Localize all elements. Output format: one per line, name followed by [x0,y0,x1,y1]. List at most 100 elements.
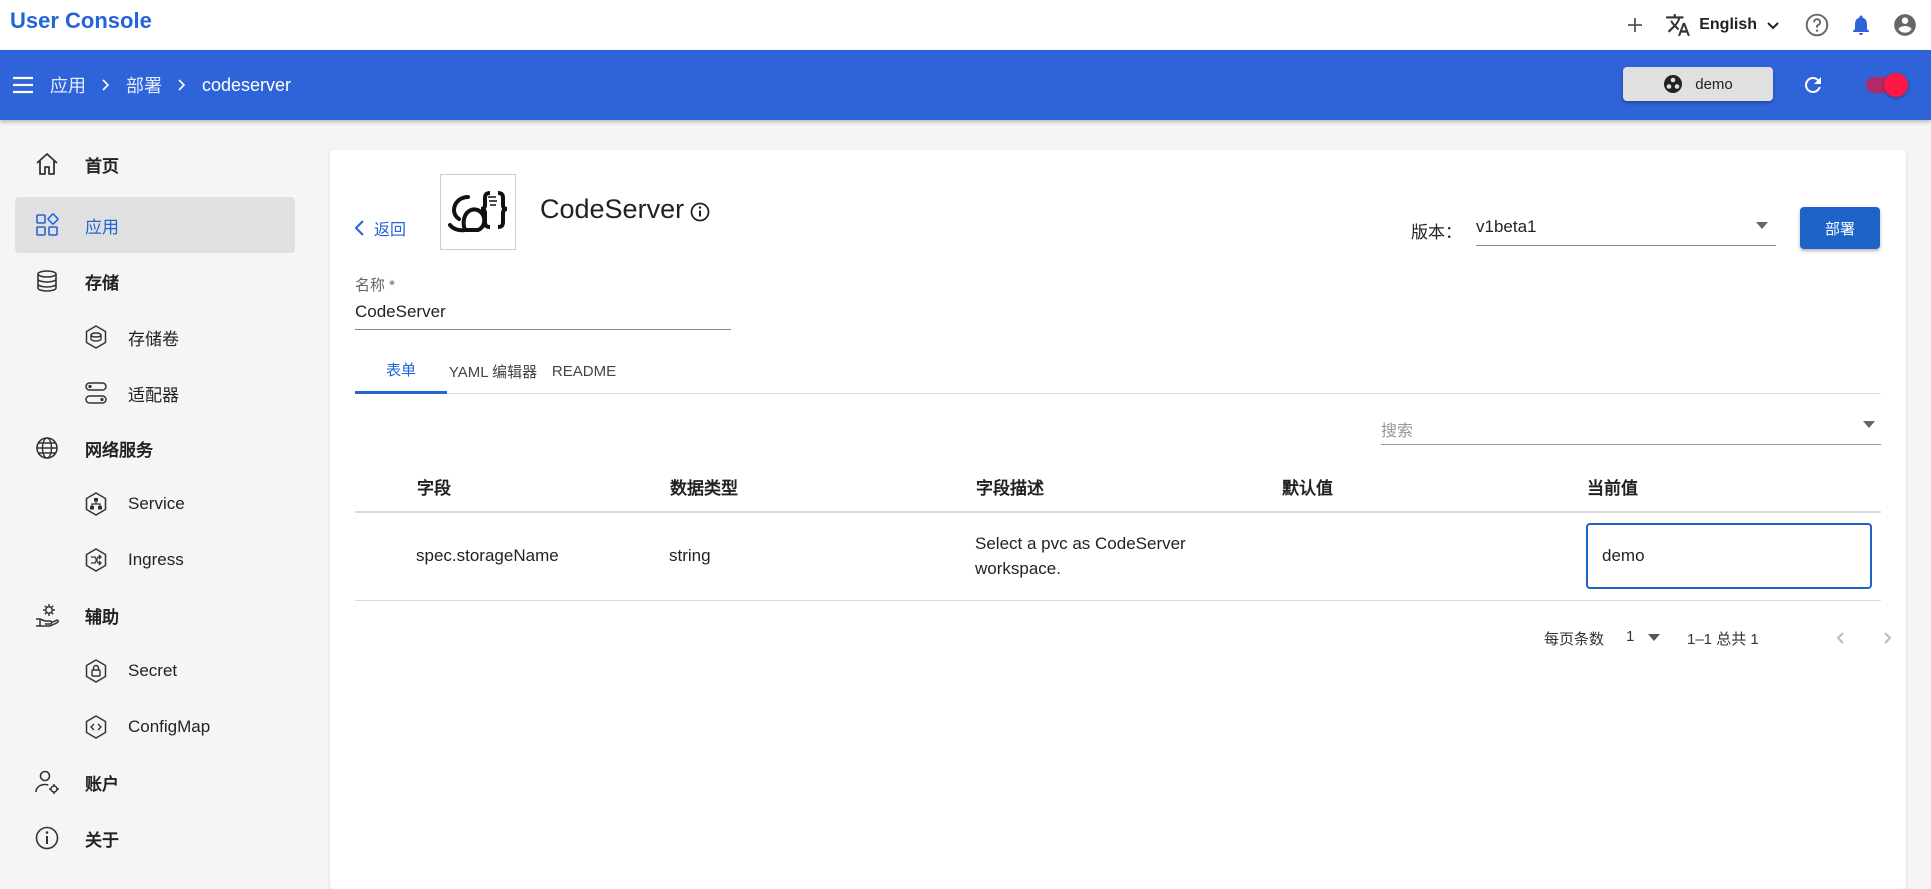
app-title[interactable]: User Console [10,8,152,34]
name-input[interactable] [355,294,731,330]
adapter-icon [82,379,110,407]
sidebar-item-label: 辅助 [85,607,119,627]
breadcrumb: 应用 部署 codeserver [50,50,291,120]
namespace-label: demo [1695,75,1733,93]
service-icon [82,490,110,518]
account-icon[interactable] [1883,5,1927,45]
sidebar-item-label: 账户 [85,774,119,794]
version-select[interactable]: v1beta1 [1476,208,1776,246]
add-icon[interactable] [1613,5,1657,45]
sidebar-item-adapters[interactable]: 适配器 [15,365,295,421]
cell-description-line1: Select a pvc as CodeServer [975,534,1186,553]
sidebar: 首页 应用 存储 存储卷 适配器 网络服务 Service Ingress 辅助… [0,120,310,889]
database-icon [33,267,61,295]
column-header-description: 字段描述 [976,479,1044,498]
search-placeholder: 搜索 [1381,423,1414,440]
sidebar-item-storage[interactable]: 存储 [15,253,295,309]
sidebar-item-about[interactable]: 关于 [15,810,295,866]
cell-field: spec.storageName [416,546,559,565]
sidebar-item-label: 网络服务 [85,440,153,460]
breadcrumb-item-deploy[interactable]: 部署 [126,72,162,98]
sidebar-item-volumes[interactable]: 存储卷 [15,309,295,365]
sidebar-item-label: 应用 [85,217,119,237]
theme-toggle[interactable] [1862,73,1908,97]
sidebar-item-apps[interactable]: 应用 [15,197,295,253]
apps-icon [33,211,61,239]
search-select[interactable]: 搜索 [1381,405,1881,445]
sidebar-item-label: 存储卷 [128,329,179,349]
info-icon[interactable] [689,201,711,223]
name-label: 名称 * [355,277,396,294]
bell-icon[interactable] [1839,5,1883,45]
tab-bar: 表单 YAML 编辑器 README [355,348,1881,394]
top-header: User Console English [0,0,1931,50]
app-logo [440,174,516,250]
codeserver-logo-icon [448,191,508,233]
language-selector[interactable]: English [1665,12,1781,38]
app-bar: 应用 部署 codeserver demo [0,50,1931,120]
prev-page-icon[interactable] [1829,626,1853,650]
chevron-down-icon [1765,17,1781,33]
sidebar-item-label: Ingress [128,550,184,569]
sidebar-item-label: 关于 [85,830,119,850]
sidebar-item-service[interactable]: Service [15,476,295,532]
sidebar-item-label: Secret [128,661,178,680]
breadcrumb-item-apps[interactable]: 应用 [50,72,86,98]
sidebar-item-account[interactable]: 账户 [15,754,295,810]
version-value: v1beta1 [1476,217,1537,236]
rows-per-page-label: 每页条数 [1544,631,1605,648]
chevron-right-icon [100,78,112,92]
ingress-icon [82,546,110,574]
toggle-thumb [1884,73,1908,97]
sidebar-item-configmap[interactable]: ConfigMap [15,699,295,755]
app-name: CodeServer [540,194,685,224]
sidebar-item-helper[interactable]: 辅助 [15,587,295,643]
sidebar-item-label: 存储 [85,273,119,293]
translate-icon [1665,12,1691,38]
sidebar-item-network[interactable]: 网络服务 [15,420,295,476]
globe-icon [33,434,61,462]
tab-yaml-editor[interactable]: YAML 编辑器 [447,348,539,394]
chevron-left-icon [354,219,366,237]
sidebar-item-label: ConfigMap [128,717,211,736]
namespace-icon [1663,74,1683,94]
refresh-icon[interactable] [1797,69,1829,101]
dropdown-arrow-icon [1863,421,1875,428]
tab-readme[interactable]: README [539,348,629,394]
back-label: 返回 [374,222,407,239]
back-button[interactable]: 返回 [354,216,406,240]
sidebar-item-label: Service [128,494,185,513]
table-row: spec.storageName string Select a pvc as … [355,513,1881,601]
deploy-button[interactable]: 部署 [1800,207,1880,249]
language-label: English [1699,16,1757,33]
menu-icon[interactable] [10,72,36,98]
pagination: 每页条数 1 1–1 总共 1 [355,620,1892,656]
cell-type: string [669,546,711,565]
top-actions: English [1613,0,1931,50]
account-settings-icon [33,768,61,796]
sidebar-item-home[interactable]: 首页 [15,136,295,192]
dropdown-arrow-icon [1648,634,1660,641]
sidebar-item-ingress[interactable]: Ingress [15,532,295,588]
namespace-button[interactable]: demo [1623,67,1773,101]
info-icon [33,824,61,852]
rows-per-page-select[interactable]: 1 [1626,622,1670,652]
rows-per-page-value: 1 [1626,628,1635,645]
table-header: 字段 数据类型 字段描述 默认值 当前值 [355,455,1881,513]
secret-icon [82,657,110,685]
version-label: 版本： [1411,223,1462,242]
column-header-current: 当前值 [1587,479,1638,498]
column-header-default: 默认值 [1282,479,1333,498]
configmap-icon [82,713,110,741]
dropdown-arrow-icon [1756,222,1768,229]
helper-icon [33,601,61,629]
help-icon[interactable] [1795,5,1839,45]
next-page-icon[interactable] [1875,626,1899,650]
tab-form[interactable]: 表单 [355,348,447,394]
current-value-input[interactable] [1586,523,1872,589]
main-card: 返回 CodeServer 版本： v1beta1 部署 名称 * 表单 YAM… [330,150,1906,889]
column-header-type: 数据类型 [670,479,738,498]
home-icon [33,150,61,178]
breadcrumb-item-current: codeserver [202,74,292,95]
sidebar-item-secret[interactable]: Secret [15,643,295,699]
